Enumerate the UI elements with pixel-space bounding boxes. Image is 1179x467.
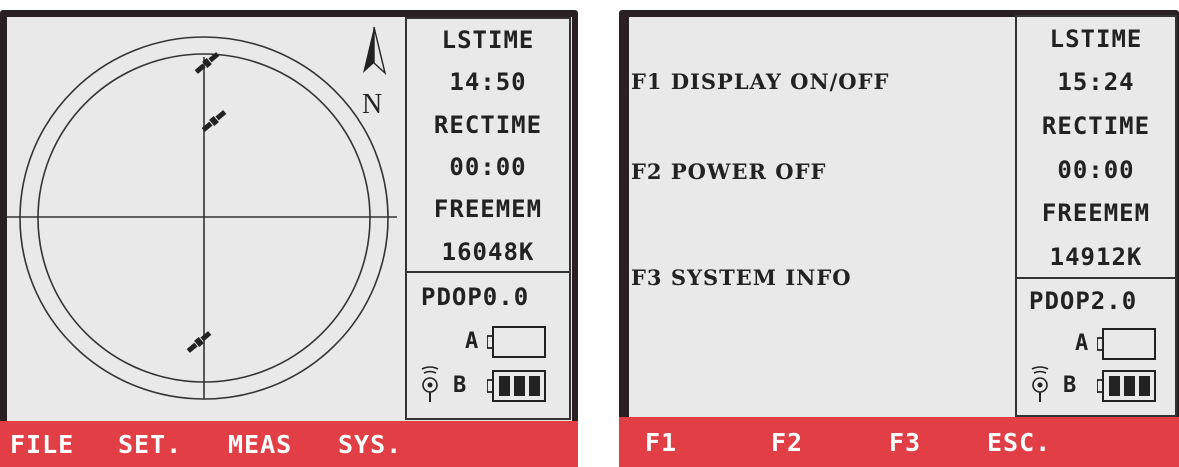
softkey-set[interactable]: SET. (118, 430, 182, 459)
satellite-skyplot: N (7, 26, 397, 400)
battery-b-icon (1097, 370, 1156, 402)
softkey-bar: FILE SET. MEAS SYS. (0, 421, 578, 467)
menu-item-power-off[interactable]: F2 POWER OFF (631, 159, 826, 184)
lstime-value: 15:24 (1057, 68, 1135, 97)
menu-key-f1: F1 (631, 69, 663, 94)
status-panel: LSTIME 15:24 RECTIME 00:00 FREEMEM 14912… (1015, 15, 1177, 281)
softkey-f3[interactable]: F3 (889, 428, 921, 457)
softkey-f1[interactable]: F1 (645, 428, 677, 457)
softkey-esc[interactable]: ESC. (987, 428, 1051, 457)
freemem-label: FREEMEM (1041, 199, 1151, 228)
rectime-label: RECTIME (433, 110, 543, 139)
softkey-sys[interactable]: SYS. (338, 430, 402, 459)
softkey-file[interactable]: FILE (10, 430, 74, 459)
satellite-icon (186, 331, 212, 353)
menu-label-power-off: POWER OFF (670, 159, 827, 184)
north-arrow-icon (363, 26, 387, 76)
menu-label-display: DISPLAY ON/OFF (670, 69, 890, 94)
left-lcd: N LSTIME 14:50 RECTIME 00:00 FREEMEM 160… (7, 17, 572, 421)
right-lcd: F1 DISPLAY ON/OFF F2 POWER OFF F3 SYSTEM… (629, 15, 1177, 417)
softkey-f2[interactable]: F2 (771, 428, 803, 457)
softkey-bar: F1 F2 F3 ESC. (619, 417, 1179, 467)
freemem-value: 14912K (1049, 243, 1143, 272)
menu-key-f2: F2 (631, 159, 663, 184)
battery-a-label: A (465, 329, 480, 354)
left-device-screen: N LSTIME 14:50 RECTIME 00:00 FREEMEM 160… (0, 10, 578, 467)
menu-key-f3: F3 (631, 265, 663, 290)
power-panel: PDOP2.0 A B (1015, 277, 1177, 417)
status-panel: LSTIME 14:50 RECTIME 00:00 FREEMEM 16048… (405, 17, 571, 275)
battery-a-label: A (1075, 331, 1090, 356)
battery-a-icon (487, 326, 546, 358)
pdop-value: PDOP2.0 (1029, 287, 1138, 315)
menu-item-display[interactable]: F1 DISPLAY ON/OFF (631, 69, 889, 94)
pdop-value: PDOP0.0 (421, 283, 530, 311)
north-label: N (362, 89, 382, 120)
rectime-value: 00:00 (1057, 155, 1135, 184)
lstime-value: 14:50 (449, 68, 527, 97)
rectime-value: 00:00 (449, 153, 527, 182)
menu-label-system-info: SYSTEM INFO (670, 265, 852, 290)
battery-a-icon (1097, 328, 1156, 360)
right-device-screen: F1 DISPLAY ON/OFF F2 POWER OFF F3 SYSTEM… (619, 10, 1179, 467)
battery-b-label: B (1063, 373, 1078, 398)
softkey-meas[interactable]: MEAS (228, 430, 292, 459)
gps-antenna-icon (1031, 366, 1049, 402)
gps-antenna-icon (421, 366, 439, 402)
rectime-label: RECTIME (1041, 112, 1151, 141)
battery-b-label: B (453, 373, 468, 398)
freemem-label: FREEMEM (433, 195, 543, 224)
power-panel: PDOP0.0 A B (405, 271, 571, 420)
lstime-label: LSTIME (1049, 24, 1143, 53)
menu-item-system-info[interactable]: F3 SYSTEM INFO (631, 265, 852, 290)
lstime-label: LSTIME (441, 26, 535, 55)
battery-b-icon (487, 370, 546, 402)
freemem-value: 16048K (441, 237, 535, 266)
